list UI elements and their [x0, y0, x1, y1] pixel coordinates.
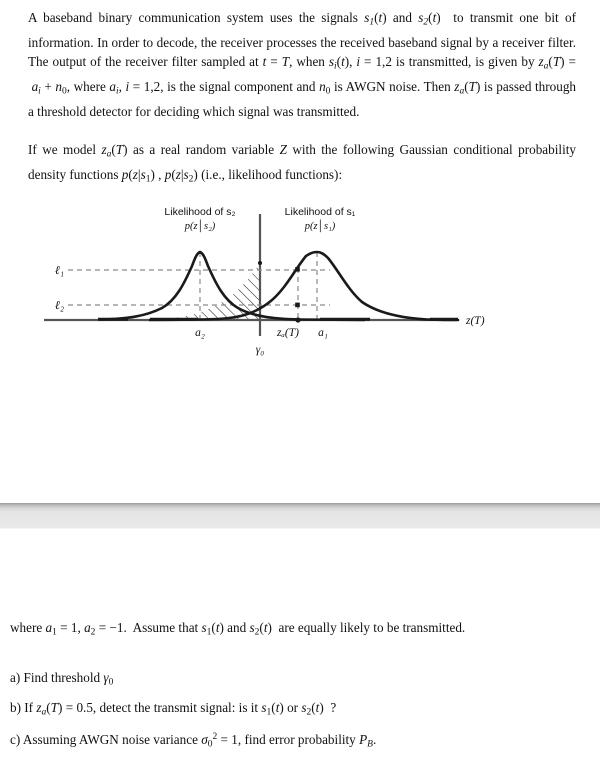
x-label-a2: a₂	[195, 327, 205, 339]
caption-likelihood-s1-line2: p(z│s₁)	[304, 219, 336, 233]
x-label-za: zₐ(T)	[276, 327, 299, 339]
paragraph-where: where a1 = 1, a2 = −1. Assume that s1(t)…	[10, 620, 466, 638]
za-on-s1-marker	[295, 267, 300, 272]
paragraph-model: If we model za(T) as a real random varia…	[28, 142, 577, 185]
za-on-axis-marker	[295, 317, 301, 323]
intersection-marker	[257, 260, 263, 266]
paragraph-intro: A baseband binary communication system u…	[28, 10, 577, 120]
y-label-l2: ℓ₂	[55, 298, 64, 312]
caption-likelihood-s2-line1: Likelihood of s₂	[164, 206, 235, 218]
axis-label-z-of-T: z(T)	[465, 315, 485, 327]
curve-p-z-given-s1	[148, 250, 460, 322]
x-label-a1: a₁	[318, 327, 328, 339]
x-label-threshold-gamma0: γ₀	[256, 344, 265, 356]
y-label-l1: ℓ₁	[55, 263, 64, 277]
caption-likelihood-s1-line1: Likelihood of s₁	[285, 206, 356, 218]
caption-likelihood-s2-line2: p(z│s₂)	[184, 219, 216, 233]
question-item-a: a) Find threshold γ0	[10, 670, 114, 688]
document-page: A baseband binary communication system u…	[0, 0, 600, 768]
page-separator-band	[0, 503, 600, 529]
question-item-b: b) If za(T) = 0.5, detect the transmit s…	[10, 700, 337, 718]
za-on-s2-marker	[295, 302, 300, 308]
likelihood-functions-figure: Likelihood of s₂ p(z│s₂) Likelihood of s…	[20, 200, 540, 375]
question-item-c: c) Assuming AWGN noise variance σ02 = 1,…	[10, 731, 377, 750]
